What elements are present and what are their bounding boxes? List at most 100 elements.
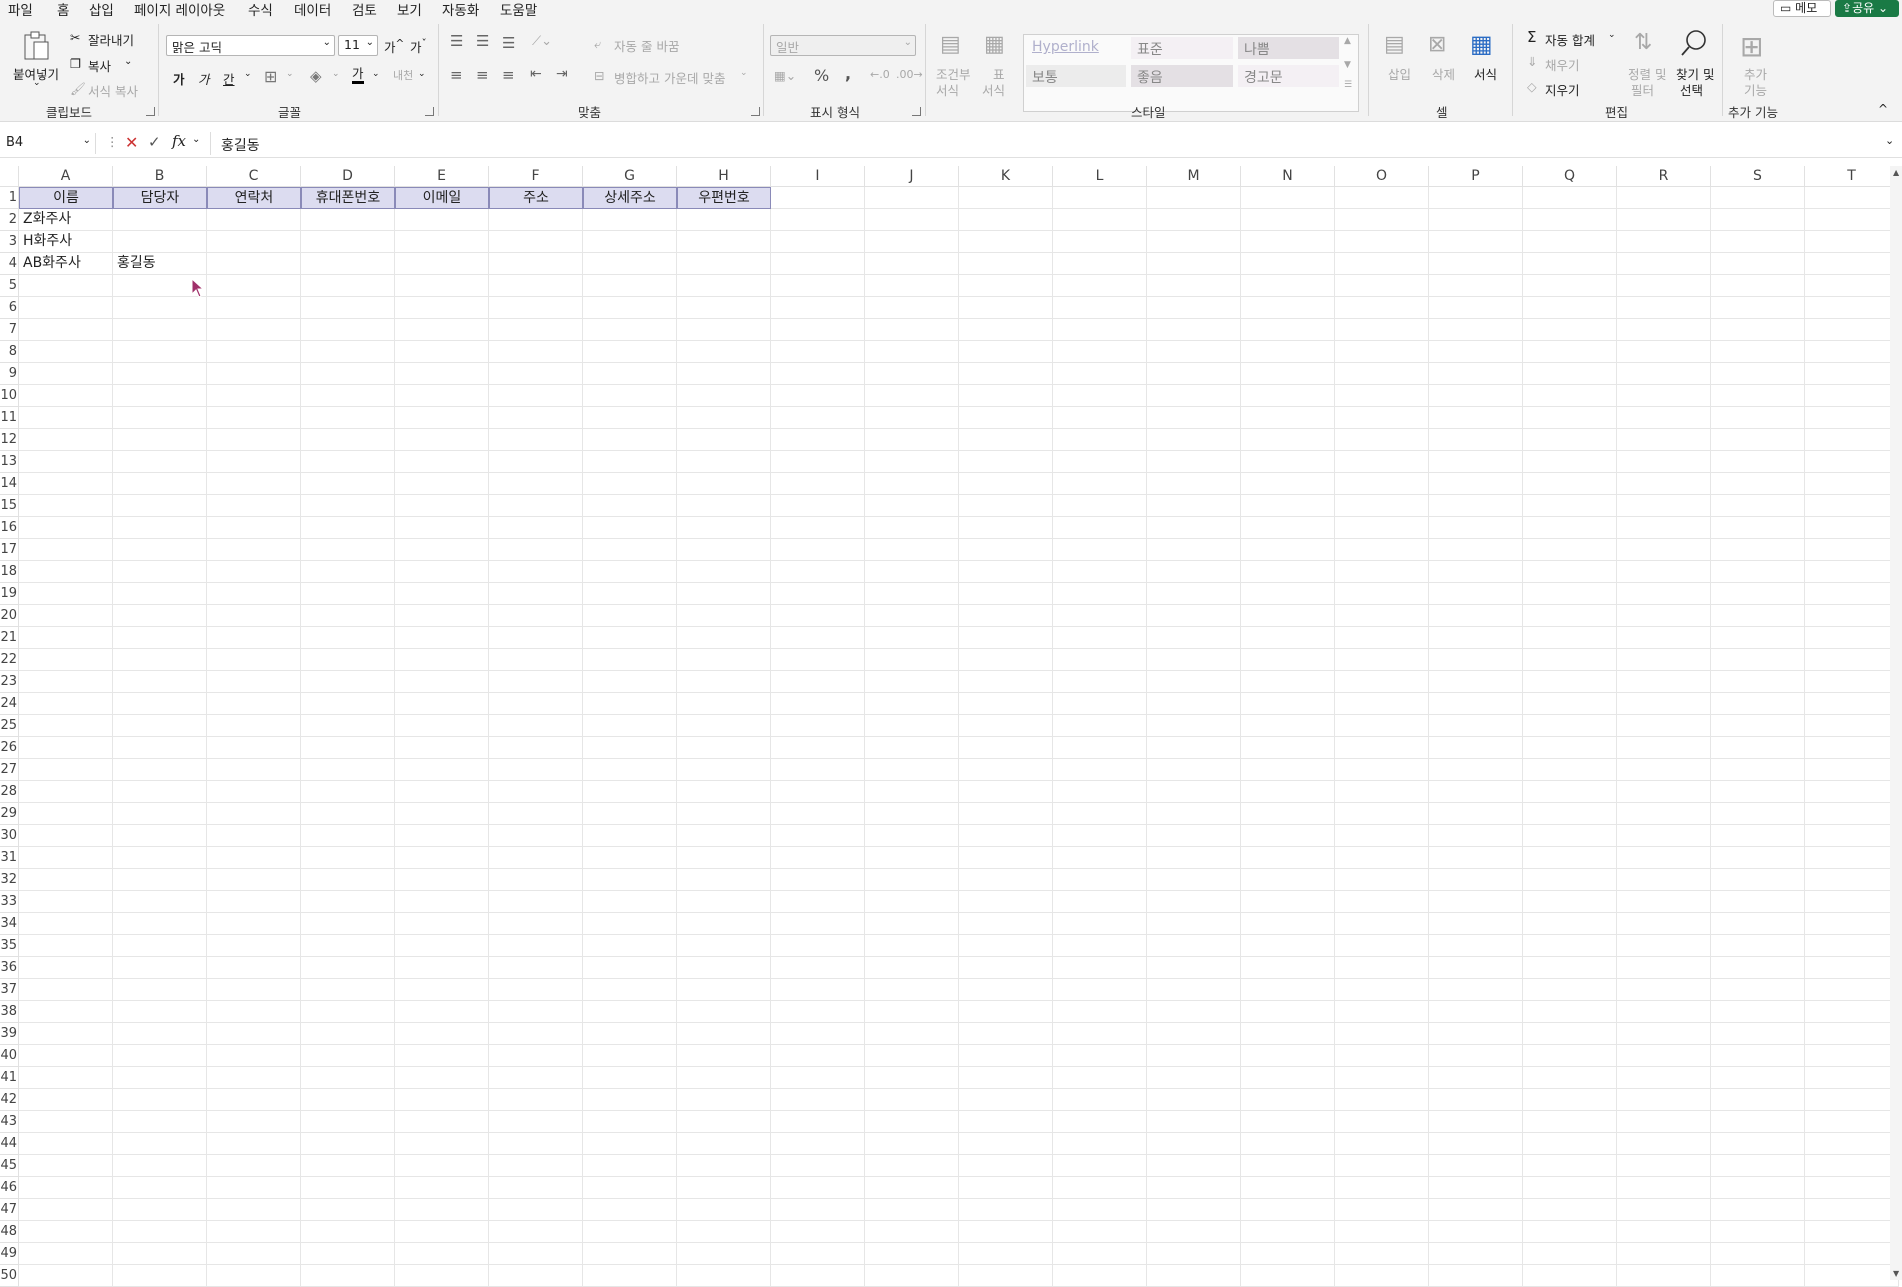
font-size-select[interactable]: 11 ⌄ [338, 35, 378, 56]
cell-q26[interactable] [1523, 737, 1617, 759]
cell-r1[interactable] [1617, 187, 1711, 209]
cell-p12[interactable] [1429, 429, 1523, 451]
row-header[interactable]: 40 [0, 1045, 19, 1067]
cell-j48[interactable] [865, 1221, 959, 1243]
cell-t20[interactable] [1805, 605, 1899, 627]
cell-d40[interactable] [301, 1045, 395, 1067]
cell-t9[interactable] [1805, 363, 1899, 385]
cell-l11[interactable] [1053, 407, 1147, 429]
cell-d37[interactable] [301, 979, 395, 1001]
cell-k19[interactable] [959, 583, 1053, 605]
currency-icon[interactable]: ▦⌄ [774, 68, 796, 83]
cell-o37[interactable] [1335, 979, 1429, 1001]
cell-p24[interactable] [1429, 693, 1523, 715]
cell-b23[interactable] [113, 671, 207, 693]
cell-n4[interactable] [1241, 253, 1335, 275]
cell-l49[interactable] [1053, 1243, 1147, 1265]
cell-p35[interactable] [1429, 935, 1523, 957]
cell-s7[interactable] [1711, 319, 1805, 341]
cell-i39[interactable] [771, 1023, 865, 1045]
cell-l41[interactable] [1053, 1067, 1147, 1089]
cell-m14[interactable] [1147, 473, 1241, 495]
cell-p32[interactable] [1429, 869, 1523, 891]
cell-o36[interactable] [1335, 957, 1429, 979]
percent-button[interactable]: % [814, 66, 829, 85]
cell-d45[interactable] [301, 1155, 395, 1177]
cell-t50[interactable] [1805, 1265, 1899, 1287]
border-icon[interactable]: ⊞ [264, 67, 277, 86]
row-header[interactable]: 5 [0, 275, 19, 297]
cell-s40[interactable] [1711, 1045, 1805, 1067]
cell-c22[interactable] [207, 649, 301, 671]
format-cells-icon[interactable]: ▦ [1470, 30, 1493, 58]
cell-c3[interactable] [207, 231, 301, 253]
cell-c1[interactable]: 연락처 [207, 187, 301, 209]
cell-b38[interactable] [113, 1001, 207, 1023]
cell-s27[interactable] [1711, 759, 1805, 781]
cell-k39[interactable] [959, 1023, 1053, 1045]
gallery-up-icon[interactable]: ▲ [1344, 36, 1351, 46]
cell-l44[interactable] [1053, 1133, 1147, 1155]
cell-c48[interactable] [207, 1221, 301, 1243]
cell-e6[interactable] [395, 297, 489, 319]
column-header-g[interactable]: G [583, 166, 677, 187]
column-header-r[interactable]: R [1617, 166, 1711, 187]
cell-q48[interactable] [1523, 1221, 1617, 1243]
cell-a34[interactable] [19, 913, 113, 935]
cell-g10[interactable] [583, 385, 677, 407]
cell-n5[interactable] [1241, 275, 1335, 297]
find-select-label-2[interactable]: 선택 [1680, 80, 1703, 99]
cell-l50[interactable] [1053, 1265, 1147, 1287]
cell-i34[interactable] [771, 913, 865, 935]
orientation-icon[interactable]: ⟋⌄ [532, 34, 552, 49]
cell-j26[interactable] [865, 737, 959, 759]
cell-g15[interactable] [583, 495, 677, 517]
cell-t25[interactable] [1805, 715, 1899, 737]
cell-j4[interactable] [865, 253, 959, 275]
cell-r20[interactable] [1617, 605, 1711, 627]
cell-j14[interactable] [865, 473, 959, 495]
cell-m33[interactable] [1147, 891, 1241, 913]
cell-l35[interactable] [1053, 935, 1147, 957]
cell-j38[interactable] [865, 1001, 959, 1023]
cell-p44[interactable] [1429, 1133, 1523, 1155]
cell-m9[interactable] [1147, 363, 1241, 385]
cell-t47[interactable] [1805, 1199, 1899, 1221]
cell-o7[interactable] [1335, 319, 1429, 341]
cell-m2[interactable] [1147, 209, 1241, 231]
cell-t21[interactable] [1805, 627, 1899, 649]
cell-t24[interactable] [1805, 693, 1899, 715]
cell-i24[interactable] [771, 693, 865, 715]
autosum-button[interactable]: 자동 합계 [1545, 30, 1595, 49]
cell-q17[interactable] [1523, 539, 1617, 561]
number-launcher-icon[interactable] [912, 107, 921, 116]
cell-f16[interactable] [489, 517, 583, 539]
row-header[interactable]: 9 [0, 363, 19, 385]
cell-d21[interactable] [301, 627, 395, 649]
cell-r8[interactable] [1617, 341, 1711, 363]
cell-e23[interactable] [395, 671, 489, 693]
row-header[interactable]: 4 [0, 253, 19, 275]
cell-e47[interactable] [395, 1199, 489, 1221]
cell-d1[interactable]: 휴대폰번호 [301, 187, 395, 209]
cell-i50[interactable] [771, 1265, 865, 1287]
row-header[interactable]: 47 [0, 1199, 19, 1221]
cell-l39[interactable] [1053, 1023, 1147, 1045]
cell-e17[interactable] [395, 539, 489, 561]
row-header[interactable]: 50 [0, 1265, 19, 1287]
cell-o44[interactable] [1335, 1133, 1429, 1155]
cell-p1[interactable] [1429, 187, 1523, 209]
cell-j1[interactable] [865, 187, 959, 209]
cell-b43[interactable] [113, 1111, 207, 1133]
row-header[interactable]: 39 [0, 1023, 19, 1045]
cell-k16[interactable] [959, 517, 1053, 539]
cell-b42[interactable] [113, 1089, 207, 1111]
cell-h3[interactable] [677, 231, 771, 253]
cell-i22[interactable] [771, 649, 865, 671]
cell-q31[interactable] [1523, 847, 1617, 869]
cell-c12[interactable] [207, 429, 301, 451]
cell-k1[interactable] [959, 187, 1053, 209]
cell-s30[interactable] [1711, 825, 1805, 847]
cell-a40[interactable] [19, 1045, 113, 1067]
cell-a39[interactable] [19, 1023, 113, 1045]
